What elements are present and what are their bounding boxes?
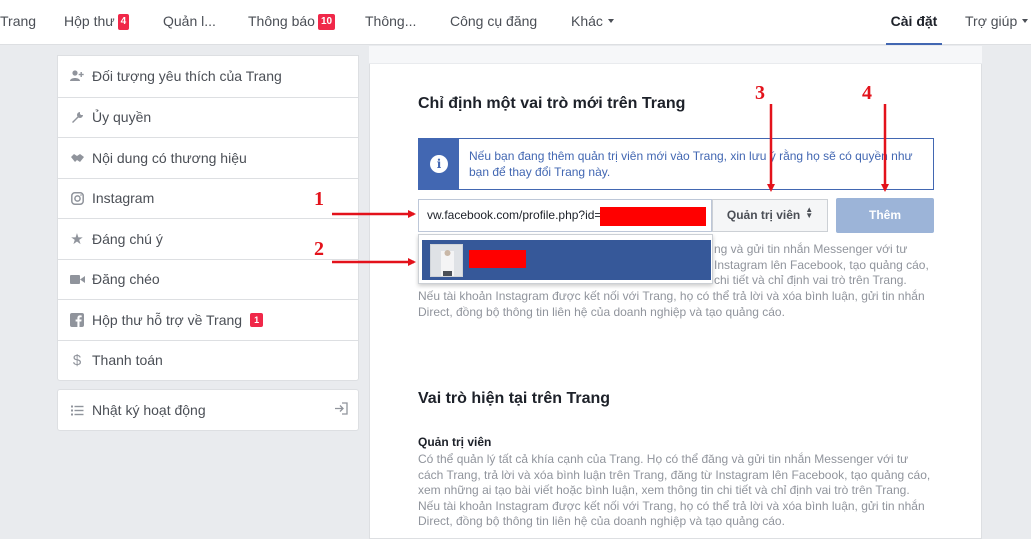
sidebar-item-instagram[interactable]: Instagram (58, 177, 358, 219)
nav-tab-label: Cài đặt (890, 13, 938, 29)
sidebar-item-payments[interactable]: $ Thanh toán (58, 339, 358, 381)
nav-tab-label: Thông báo (248, 13, 315, 29)
description-line: xem những ai tạo bài viết hoặc bình luận… (418, 483, 910, 497)
nav-tab-settings[interactable]: Cài đặt (886, 0, 942, 45)
description-line: Nếu tài khoản Instagram được kết nối với… (418, 498, 925, 513)
sidebar-item-featured[interactable]: ★ Đáng chú ý (58, 218, 358, 259)
nav-tab-page[interactable]: Trang (0, 0, 36, 45)
sidebar-item-label: Instagram (92, 190, 155, 207)
handshake-icon (68, 149, 86, 167)
chevron-down-icon (607, 19, 614, 23)
sidebar-item-page-support-inbox[interactable]: Hộp thư hỗ trợ về Trang 1 (58, 299, 358, 340)
notifications-count-badge: 10 (317, 14, 336, 30)
description-line: Instagram lên Facebook, tạo quảng cáo, (714, 257, 929, 272)
nav-tab-notifications[interactable]: Thông báo 10 (248, 0, 336, 45)
user-suggestion-dropdown (418, 234, 713, 284)
support-inbox-count-badge: 1 (250, 312, 264, 327)
facebook-icon (68, 311, 86, 329)
avatar (430, 244, 463, 277)
nav-tab-inbox[interactable]: Hộp thư 4 (64, 0, 130, 45)
nav-tab-publishing-tools[interactable]: Công cụ đăng (450, 0, 537, 45)
nav-tab-help[interactable]: Trợ giúp (965, 0, 1029, 45)
add-person-icon (68, 67, 86, 85)
sidebar-item-label: Đăng chéo (92, 271, 160, 288)
nav-tab-label: Hộp thư (64, 13, 115, 29)
admin-role-description: Có thể quản lý tất cả khía cạnh của Tran… (418, 452, 930, 530)
nav-tab-manage[interactable]: Quản l... (163, 0, 216, 45)
description-line: Direct, đồng bộ thông tin liên hệ của do… (418, 304, 785, 319)
user-suggestion-item[interactable] (422, 240, 711, 280)
sidebar-item-branded-content[interactable]: Nội dung có thương hiệu (58, 137, 358, 178)
step-2-label: 2 (314, 238, 324, 260)
sidebar-item-crossposting[interactable]: Đăng chéo (58, 258, 358, 300)
inbox-count-badge: 4 (117, 14, 130, 30)
description-line: Nếu tài khoản Instagram được kết nối với… (418, 289, 925, 303)
input-value: vw.facebook.com/profile.php?id= (427, 208, 602, 222)
role-name-label: Quản trị viên (418, 435, 492, 449)
sidebar-item-preferred-audience[interactable]: Đối tượng yêu thích của Trang (58, 56, 358, 97)
step-3-label: 3 (755, 82, 765, 104)
assign-role-title: Chỉ định một vai trò mới trên Trang (418, 95, 686, 112)
video-camera-icon (68, 270, 86, 288)
role-select-dropdown[interactable]: Quản trị viên ▲ ▼ (712, 199, 828, 232)
role-select-value: Quản trị viên (726, 208, 801, 222)
nav-tab-label: Trợ giúp (965, 13, 1018, 29)
nav-tab-label: Thông... (365, 13, 417, 29)
top-navigation-bar: Trang Hộp thư 4 Quản l... Thông báo 10 Thô… (0, 0, 1031, 45)
sidebar-item-label: Đối tượng yêu thích của Trang (92, 68, 282, 85)
list-icon (68, 401, 86, 419)
info-notice: i Nếu bạn đang thêm quản trị viên mới và… (418, 138, 934, 190)
sidebar-item-label: Ủy quyền (92, 109, 152, 126)
settings-sidebar: Đối tượng yêu thích của Trang Ủy quyền N… (57, 55, 359, 381)
sidebar-item-label: Hộp thư hỗ trợ về Trang (92, 311, 243, 328)
step-4-label: 4 (862, 82, 872, 104)
sidebar-item-activity-log[interactable]: Nhật ký hoạt động (57, 389, 359, 431)
add-button[interactable]: Thêm (836, 198, 934, 233)
nav-tab-label: Quản l... (163, 13, 216, 29)
description-line: chi tiết và chỉ định vai trò trên Trang. (714, 273, 907, 287)
description-line: Direct, đồng bộ thông tin liên hệ của do… (418, 514, 785, 528)
role-description-partial: ng và gửi tin nhắn Messenger với tư Inst… (714, 242, 929, 289)
info-icon-container: i (419, 139, 459, 189)
sidebar-item-label: Nhật ký hoạt động (92, 402, 206, 418)
description-line: cách Trang, trả lời và xóa bình luận trê… (418, 467, 931, 482)
redacted-id (600, 207, 706, 226)
star-icon: ★ (70, 230, 84, 248)
sidebar-item-label: Nội dung có thương hiệu (92, 149, 247, 166)
nav-tab-more[interactable]: Khác (571, 0, 614, 45)
nav-tab-label: Khác (571, 13, 603, 29)
info-notice-text: Nếu bạn đang thêm quản trị viên mới vào … (469, 149, 913, 179)
role-description-full: Nếu tài khoản Instagram được kết nối với… (418, 289, 925, 320)
exit-arrow-icon (334, 402, 348, 418)
wrench-icon (68, 108, 86, 126)
sidebar-item-label: Thanh toán (92, 352, 163, 369)
dollar-icon: $ (72, 351, 82, 369)
nav-tab-label: Công cụ đăng (450, 13, 538, 29)
nav-tab-label: Trang (0, 13, 37, 29)
info-icon: i (430, 155, 448, 173)
sidebar-item-authorization[interactable]: Ủy quyền (58, 96, 358, 138)
instagram-icon (68, 189, 86, 207)
nav-tab-insights[interactable]: Thông... (365, 0, 416, 45)
step-1-label: 1 (314, 188, 324, 210)
panel-header-strip (369, 46, 982, 64)
chevron-down-icon (1022, 19, 1029, 23)
redacted-user-name (469, 250, 526, 268)
sidebar-item-label: Đáng chú ý (92, 230, 163, 247)
current-roles-title: Vai trò hiện tại trên Trang (418, 390, 611, 407)
description-line: Có thể quản lý tất cả khía cạnh của Tran… (418, 452, 909, 466)
updown-arrows-icon: ▲ ▼ (805, 205, 814, 220)
description-line: ng và gửi tin nhắn Messenger với tư (714, 242, 908, 256)
